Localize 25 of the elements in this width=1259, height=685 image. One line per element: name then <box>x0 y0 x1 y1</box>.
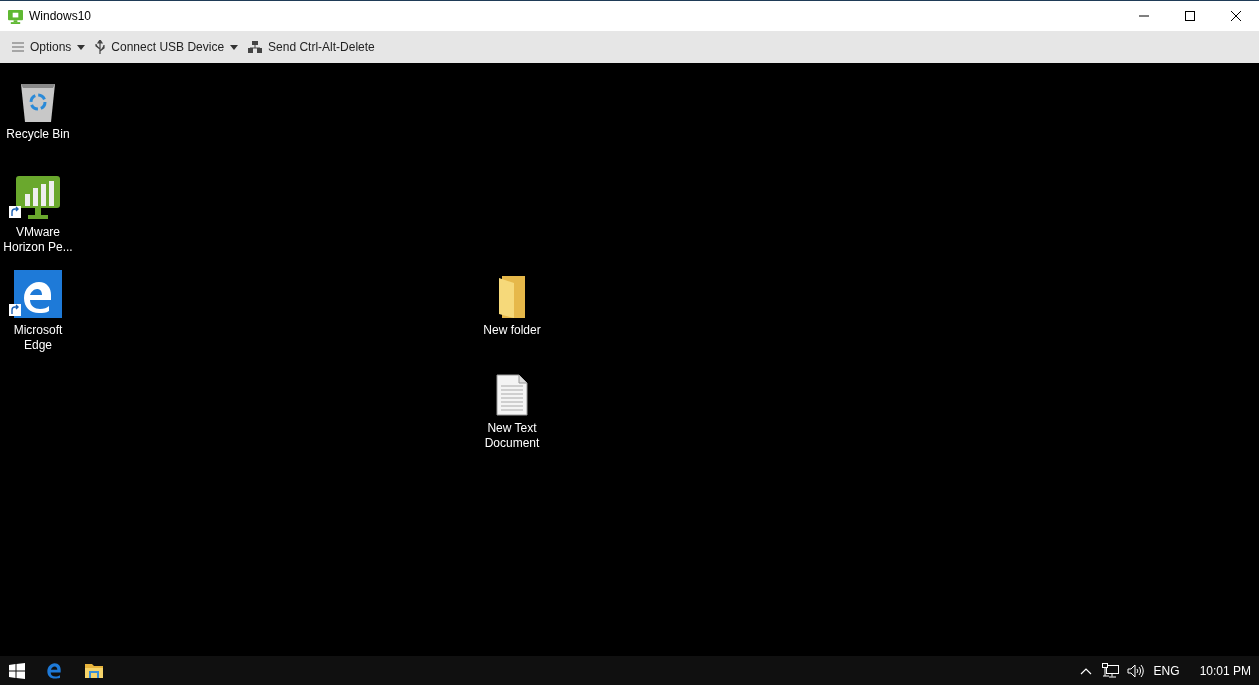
desktop-icon-label[interactable]: Microsoft Edge <box>0 323 76 353</box>
desktop-icon-label[interactable]: New folder <box>474 323 550 338</box>
window-title: Windows10 <box>29 8 92 25</box>
usb-device-menu[interactable]: Connect USB Device <box>93 34 241 60</box>
close-icon <box>1231 11 1241 21</box>
options-menu[interactable]: Options <box>10 34 88 60</box>
usb-icon <box>95 40 106 54</box>
folder-icon <box>498 276 526 318</box>
windows-logo-icon <box>9 662 25 679</box>
menu-icon <box>12 42 24 52</box>
clock[interactable]: 10:01 PM <box>1199 661 1251 680</box>
chevron-up-icon[interactable] <box>1079 666 1092 675</box>
monitor-chart-icon <box>15 176 61 220</box>
desktop-icon-label[interactable]: VMware Horizon Pe... <box>0 225 76 255</box>
desktop-icon-label[interactable]: Recycle Bin <box>0 127 76 142</box>
speaker-icon[interactable] <box>1126 663 1144 678</box>
browser-e-icon <box>14 270 62 318</box>
ctrl-alt-delete-button[interactable]: Send Ctrl-Alt-Delete <box>246 34 377 60</box>
monitor-icon <box>8 8 23 24</box>
language-indicator[interactable]: ENG <box>1153 661 1180 680</box>
text-document-icon <box>496 374 528 416</box>
network-icon <box>248 41 263 53</box>
desktop-icon-label[interactable]: New Text Document <box>474 421 550 451</box>
maximize-icon <box>1185 11 1195 21</box>
network-icon[interactable] <box>1101 663 1119 678</box>
